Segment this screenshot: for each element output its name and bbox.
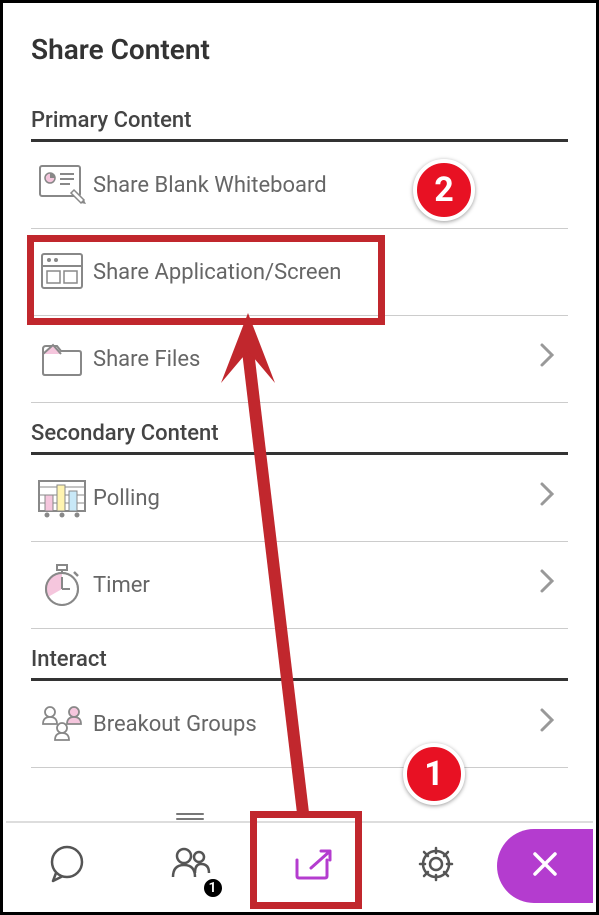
polling-label: Polling [93,486,538,511]
timer-label: Timer [93,573,538,598]
bottom-nav-bar: 1 [6,821,593,909]
section-secondary: Secondary Content Polling [31,421,568,629]
share-icon [291,844,335,888]
share-content-panel: Share Content Primary Content Share Blan… [0,0,599,915]
share-application-screen-item[interactable]: Share Application/Screen [31,229,568,316]
section-interact-label: Interact [31,647,568,681]
section-secondary-label: Secondary Content [31,421,568,455]
annotation-callout-2: 2 [413,159,475,221]
timer-item[interactable]: Timer [31,542,568,629]
close-panel-button[interactable] [497,829,593,903]
close-icon [530,849,560,883]
polling-item[interactable]: Polling [31,455,568,542]
chevron-right-icon [538,341,562,377]
breakout-groups-item[interactable]: Breakout Groups [31,681,568,768]
share-files-label: Share Files [93,347,538,372]
nav-chat-button[interactable] [6,823,129,909]
breakout-groups-icon [31,699,93,749]
application-screen-icon [31,247,93,297]
section-primary: Primary Content Share Blank Whiteboard [31,108,568,403]
panel-title: Share Content [17,17,582,90]
section-interact: Interact Breakout Groups [31,647,568,768]
drag-handle-icon [176,813,204,819]
files-icon [31,334,93,384]
share-whiteboard-item[interactable]: Share Blank Whiteboard [31,142,568,229]
chevron-right-icon [538,567,562,603]
share-application-screen-label: Share Application/Screen [93,260,562,285]
share-files-item[interactable]: Share Files [31,316,568,403]
share-whiteboard-label: Share Blank Whiteboard [93,173,562,198]
nav-settings-button[interactable] [374,823,497,909]
timer-icon [31,560,93,610]
gear-icon [415,843,457,889]
annotation-callout-1: 1 [403,743,465,805]
chevron-right-icon [538,706,562,742]
nav-attendees-button[interactable]: 1 [129,823,252,909]
chevron-right-icon [538,480,562,516]
breakout-groups-label: Breakout Groups [93,712,538,737]
chat-icon [46,843,88,889]
section-primary-label: Primary Content [31,108,568,142]
polling-icon [31,473,93,523]
nav-share-button[interactable] [252,823,375,909]
attendee-count-badge: 1 [202,877,224,899]
whiteboard-icon [31,160,93,210]
